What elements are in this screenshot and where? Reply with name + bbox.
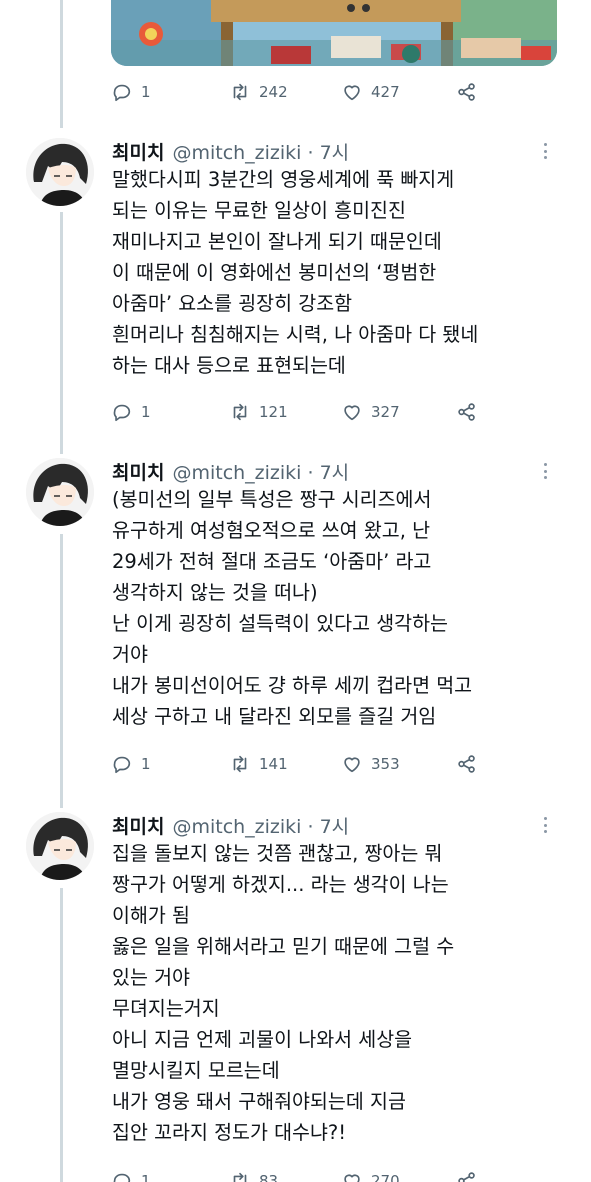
share-button[interactable] <box>456 1170 478 1182</box>
handle-and-time[interactable]: @mitch_ziziki · 7시 <box>172 138 349 165</box>
tweet-text-line: 흰머리나 침침해지는 시력, 나 아줌마 다 됐네 <box>112 323 479 346</box>
tweet-text-line: 무뎌지는거지 <box>112 997 220 1020</box>
more-options-icon[interactable] <box>537 140 553 162</box>
share-button[interactable] <box>456 753 478 775</box>
retweet-icon <box>233 403 247 421</box>
tweet-action-bar: 1 242 427 <box>111 77 531 107</box>
reply-count: 1 <box>141 83 151 101</box>
tweet-text-line: 29세가 전혀 절대 조금도 ‘아줌마’ 라고 <box>112 550 432 573</box>
retweet-button[interactable]: 121 <box>229 401 288 423</box>
like-button[interactable]: 353 <box>341 753 400 775</box>
like-button[interactable]: 427 <box>341 81 400 103</box>
retweet-button[interactable]: 242 <box>229 81 288 103</box>
tweet-action-bar: 1 83 270 <box>111 1166 531 1182</box>
share-icon <box>458 1172 475 1182</box>
tweet-text-line: 세상 구하고 내 달라진 외모를 즐길 거임 <box>112 705 437 728</box>
like-count: 427 <box>371 83 400 101</box>
retweet-icon <box>233 755 247 773</box>
tweet-media-image[interactable] <box>111 0 557 66</box>
tweet-text-line: 아줌마’ 요소를 굉장히 강조함 <box>112 292 353 315</box>
share-button[interactable] <box>456 81 478 103</box>
tweet-text: 집을 돌보지 않는 것쯤 괜찮고, 짱아는 뭐 짱구가 어떻게 하겠지... 라… <box>112 838 572 1148</box>
reply-button[interactable]: 1 <box>111 1170 151 1182</box>
tweet-text-line: 옳은 일을 위해서라고 믿기 때문에 그럴 수 <box>112 935 455 958</box>
avatar[interactable] <box>26 138 94 206</box>
handle-and-time[interactable]: @mitch_ziziki · 7시 <box>172 458 349 485</box>
retweet-icon <box>233 1172 247 1182</box>
retweet-count: 83 <box>259 1172 279 1182</box>
retweet-count: 242 <box>259 83 288 101</box>
tweet-text-line: 내가 영웅 돼서 구해줘야되는데 지금 <box>112 1090 406 1113</box>
thread-line <box>60 534 63 808</box>
heart-icon <box>344 1174 360 1182</box>
tweet-text-line: 유구하게 여성혐오적으로 쓰여 왔고, 난 <box>112 519 431 542</box>
avatar[interactable] <box>26 812 94 880</box>
reply-icon <box>113 84 131 102</box>
tweet-header: 최미치 @mitch_ziziki · 7시 <box>112 458 349 485</box>
retweet-count: 141 <box>259 755 288 773</box>
tweet-text: (봉미선의 일부 특성은 짱구 시리즈에서 유구하게 여성혐오적으로 쓰여 왔고… <box>112 484 572 732</box>
tweet-header: 최미치 @mitch_ziziki · 7시 <box>112 812 349 839</box>
reply-icon <box>113 1173 131 1182</box>
heart-icon <box>344 405 360 421</box>
retweet-icon <box>233 83 247 101</box>
tweet-text-line: 생각하지 않는 것을 떠나) <box>112 581 318 604</box>
tweet-text-line: 거야 <box>112 643 148 666</box>
reply-count: 1 <box>141 1172 151 1182</box>
display-name[interactable]: 최미치 <box>112 458 164 485</box>
tweet-text: 말했다시피 3분간의 영웅세계에 푹 빠지게 되는 이유는 무료한 일상이 흥미… <box>112 164 572 381</box>
reply-count: 1 <box>141 403 151 421</box>
tweet-text-line: 내가 봉미선이어도 걍 하루 세끼 컵라면 먹고 <box>112 674 473 697</box>
tweet-text-line: 집안 꼬라지 정도가 대수냐?! <box>112 1121 347 1144</box>
like-count: 353 <box>371 755 400 773</box>
like-button[interactable]: 327 <box>341 401 400 423</box>
retweet-button[interactable]: 83 <box>229 1170 278 1182</box>
reply-icon <box>113 404 131 422</box>
display-name[interactable]: 최미치 <box>112 812 164 839</box>
share-icon <box>458 403 475 421</box>
tweet-header: 최미치 @mitch_ziziki · 7시 <box>112 138 349 165</box>
more-options-icon[interactable] <box>537 814 553 836</box>
tweet-text-line: 말했다시피 3분간의 영웅세계에 푹 빠지게 <box>112 168 455 191</box>
tweet-text-line: 난 이게 굉장히 설득력이 있다고 생각하는 <box>112 612 448 635</box>
like-count: 270 <box>371 1172 400 1182</box>
retweet-count: 121 <box>259 403 288 421</box>
reply-icon <box>113 756 131 774</box>
heart-icon <box>344 85 360 101</box>
reply-button[interactable]: 1 <box>111 753 151 775</box>
reply-button[interactable]: 1 <box>111 81 151 103</box>
like-count: 327 <box>371 403 400 421</box>
more-options-icon[interactable] <box>537 460 553 482</box>
tweet-text-line: 되는 이유는 무료한 일상이 흥미진진 <box>112 199 406 222</box>
thread-line <box>60 212 63 454</box>
tweet-text-line: 짱구가 어떻게 하겠지... 라는 생각이 나는 <box>112 873 449 896</box>
tweet-text-line: 이해가 됨 <box>112 904 190 927</box>
handle-and-time[interactable]: @mitch_ziziki · 7시 <box>172 812 349 839</box>
tweet-text-line: 있는 거야 <box>112 966 190 989</box>
display-name[interactable]: 최미치 <box>112 138 164 165</box>
reply-button[interactable]: 1 <box>111 401 151 423</box>
thread-line <box>60 888 63 1182</box>
avatar[interactable] <box>26 458 94 526</box>
tweet-text-line: 아니 지금 언제 괴물이 나와서 세상을 <box>112 1028 413 1051</box>
heart-icon <box>344 757 360 773</box>
tweet-text-line: (봉미선의 일부 특성은 짱구 시리즈에서 <box>112 488 432 511</box>
tweet-text-line: 이 때문에 이 영화에선 봉미선의 ‘평범한 <box>112 261 437 284</box>
share-icon <box>458 83 475 101</box>
like-button[interactable]: 270 <box>341 1170 400 1182</box>
share-icon <box>458 755 475 773</box>
tweet-text-line: 멸망시킬지 모르는데 <box>112 1059 280 1082</box>
tweet-text-line: 재미나지고 본인이 잘나게 되기 때문인데 <box>112 230 442 253</box>
tweet-action-bar: 1 121 327 <box>111 397 531 427</box>
tweet-text-line: 집을 돌보지 않는 것쯤 괜찮고, 짱아는 뭐 <box>112 842 443 865</box>
share-button[interactable] <box>456 401 478 423</box>
retweet-button[interactable]: 141 <box>229 753 288 775</box>
tweet-text-line: 하는 대사 등으로 표현되는데 <box>112 354 346 377</box>
reply-count: 1 <box>141 755 151 773</box>
thread-line <box>60 0 63 128</box>
tweet-action-bar: 1 141 353 <box>111 749 531 779</box>
